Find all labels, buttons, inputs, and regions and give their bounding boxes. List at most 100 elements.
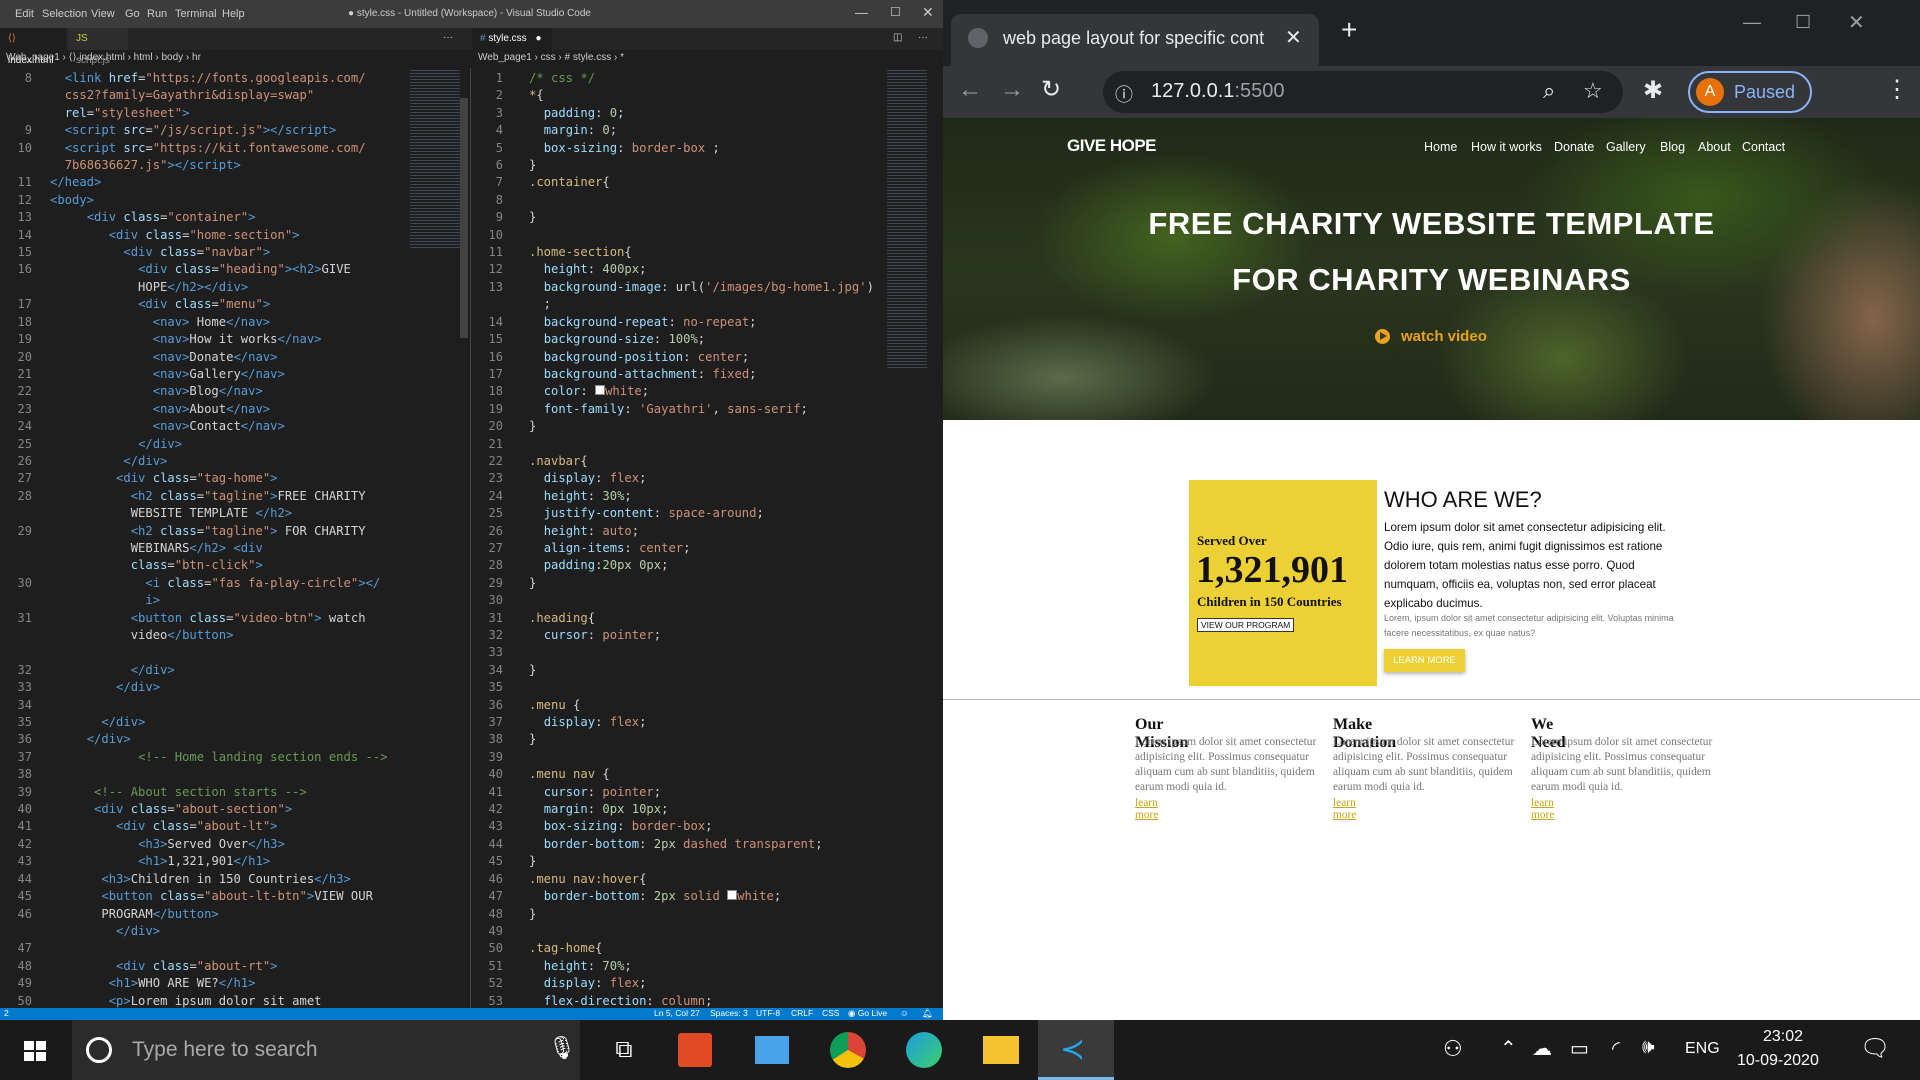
pc-app-icon[interactable]	[755, 1036, 789, 1064]
windows-start-icon[interactable]	[15, 1030, 55, 1070]
volume-icon[interactable]: 🕪︎	[1642, 1036, 1655, 1059]
js-icon: JS	[76, 33, 88, 44]
search-placeholder: Type here to search	[132, 1038, 318, 1061]
new-tab-icon[interactable]: +	[1341, 14, 1357, 46]
people-icon[interactable]: ⚇	[1443, 1036, 1463, 1062]
card-text: Lorem ipsum dolor sit amet consectetur a…	[1135, 736, 1317, 793]
bookmark-star-icon[interactable]: ☆	[1583, 78, 1603, 104]
editor-css[interactable]: 1 2 3 4 5 6 7 8 9 10 11 12 13 14 15 16 17 18 19 20 21 22 23 24 2…	[471, 68, 943, 1008]
more-actions-icon[interactable]: ···	[443, 32, 453, 43]
edge-icon[interactable]	[906, 1032, 942, 1068]
address-bar[interactable]: ⓘ 127.0.0.1:5500 ⌕ ☆	[1103, 71, 1623, 113]
tab-close-icon[interactable]: ✕	[1285, 25, 1302, 50]
vscode-taskbar-button[interactable]: ≺	[1038, 1020, 1114, 1080]
menu-help[interactable]: Help	[222, 8, 245, 20]
avatar: A	[1696, 78, 1724, 106]
brand-heading[interactable]: GIVE HOPE	[1067, 136, 1157, 156]
chrome-close-icon[interactable]: ✕	[1848, 10, 1865, 35]
tab-script-js[interactable]: JS script.js	[68, 28, 128, 66]
line-numbers-html: 8 9 10 11 12 13 14 15 16 17 18 19 20 21 22 23 24 25 26 27 28…	[17, 71, 32, 1025]
card-learn-more-link[interactable]: learn more	[1135, 797, 1158, 821]
menu-terminal[interactable]: Terminal	[175, 8, 217, 20]
back-icon[interactable]: ←	[958, 76, 982, 104]
nav-how-it-works[interactable]: How it works	[1471, 140, 1542, 154]
minimap-html[interactable]	[410, 70, 460, 250]
taskbar-search-box[interactable]: Type here to search 🎙︎	[72, 1020, 580, 1080]
scrollbar-html[interactable]	[460, 98, 468, 338]
chrome-tabstrip: web page layout for specific cont ✕ + — …	[943, 0, 1920, 66]
reload-icon[interactable]: ↻	[1041, 75, 1061, 104]
chevron-up-icon[interactable]: ⌃	[1500, 1036, 1517, 1061]
card-learn-more-link[interactable]: learn more	[1531, 797, 1554, 821]
learn-more-button[interactable]: LEARN MORE	[1384, 649, 1465, 672]
nav-blog[interactable]: Blog	[1660, 140, 1685, 154]
task-view-icon[interactable]: ⧉	[604, 1030, 644, 1070]
clock-date[interactable]: 10-09-2020	[1737, 1052, 1819, 1070]
watch-video-label: watch video	[1401, 328, 1487, 345]
wifi-icon[interactable]: ◜	[1612, 1036, 1620, 1061]
info-icon[interactable]: ⓘ	[1115, 81, 1133, 107]
forward-icon[interactable]: →	[1000, 76, 1024, 104]
split-editor-icon[interactable]: ◫	[893, 32, 902, 43]
line-numbers-css: 1 2 3 4 5 6 7 8 9 10 11 12 13 14 15 16 17 18 19 20 21 22 23 24 2…	[488, 71, 503, 1008]
store-icon[interactable]	[678, 1033, 712, 1067]
served-over-label: Served Over	[1197, 533, 1267, 548]
minimize-icon[interactable]: —	[855, 5, 868, 20]
menu-run[interactable]: Run	[147, 8, 167, 20]
nav-about[interactable]: About	[1698, 140, 1731, 154]
zoom-icon[interactable]: ⌕	[1543, 78, 1555, 104]
menu-view[interactable]: View	[91, 8, 115, 20]
menu-edit[interactable]: Edit	[15, 8, 34, 20]
status-position[interactable]: Ln 5, Col 27	[654, 1008, 700, 1018]
menu-go[interactable]: Go	[125, 8, 140, 20]
chrome-menu-icon[interactable]: ⋮	[1885, 75, 1909, 104]
menu-selection[interactable]: Selection	[42, 8, 87, 20]
browser-tab[interactable]: web page layout for specific cont ✕	[951, 14, 1319, 66]
status-left[interactable]: 2	[4, 1008, 9, 1018]
view-program-button[interactable]: VIEW OUR PROGRAM	[1197, 618, 1295, 632]
chrome-maximize-icon[interactable]: ☐	[1795, 12, 1811, 33]
chrome-toolbar: ← → ↻ ⓘ 127.0.0.1:5500 ⌕ ☆ ✱ A Paused ⋮	[943, 66, 1920, 118]
css-icon: #	[480, 33, 486, 44]
status-eol[interactable]: CRLF	[791, 1008, 813, 1018]
unsaved-dot-icon[interactable]: ●	[535, 33, 541, 44]
breadcrumb-right[interactable]: Web_page1 › css › # style.css › *	[478, 50, 624, 66]
status-encoding[interactable]: UTF-8	[756, 1008, 780, 1018]
notifications-icon[interactable]: 🗨︎	[1860, 1034, 1890, 1063]
served-subtitle: Children in 150 Countries	[1197, 594, 1342, 609]
microphone-icon[interactable]: 🎙︎	[548, 1035, 576, 1061]
editor-html[interactable]: 8 9 10 11 12 13 14 15 16 17 18 19 20 21 22 23 24 25 26 27 28…	[0, 68, 470, 1025]
nav-donate[interactable]: Donate	[1554, 140, 1594, 154]
feedback-icon[interactable]: ☺	[900, 1008, 909, 1018]
onedrive-icon[interactable]: ☁	[1532, 1036, 1552, 1061]
nav-gallery[interactable]: Gallery	[1606, 140, 1646, 154]
profile-button[interactable]: A Paused	[1688, 71, 1812, 113]
more-actions-right-icon[interactable]: ···	[918, 32, 928, 43]
chrome-taskbar-icon[interactable]	[830, 1032, 866, 1068]
home-section: GIVE HOPE Home How it works Donate Galle…	[943, 118, 1920, 420]
card-learn-more-link[interactable]: learn more	[1333, 797, 1356, 821]
about-left-box: Served Over 1,321,901 Children in 150 Co…	[1189, 480, 1377, 686]
tab-style-css[interactable]: # style.css ●	[472, 28, 552, 50]
maximize-icon[interactable]: ☐	[890, 5, 901, 19]
breadcrumb-left[interactable]: Web_page1 › ⟨⟩ index.html › html › body …	[6, 50, 201, 66]
status-spaces[interactable]: Spaces: 3	[710, 1008, 748, 1018]
tab-title: web page layout for specific cont	[1003, 28, 1265, 48]
language-indicator[interactable]: ENG	[1685, 1040, 1720, 1058]
close-icon[interactable]: ✕	[922, 4, 934, 21]
status-language[interactable]: CSS	[822, 1008, 839, 1018]
chrome-window: web page layout for specific cont ✕ + — …	[943, 0, 1920, 1020]
cortana-icon	[86, 1037, 112, 1063]
extensions-icon[interactable]: ✱	[1643, 76, 1663, 105]
nav-contact[interactable]: Contact	[1742, 140, 1785, 154]
vscode-tabbar: ⟨⟩ index.html JS script.js ··· # style.c…	[0, 28, 943, 66]
chrome-minimize-icon[interactable]: —	[1743, 12, 1761, 33]
tab-index-html[interactable]: ⟨⟩ index.html	[0, 28, 66, 66]
file-explorer-icon[interactable]	[983, 1036, 1019, 1064]
minimap-css[interactable]	[887, 70, 927, 370]
clock-time[interactable]: 23:02	[1763, 1028, 1803, 1046]
go-live-button[interactable]: ◉ Go Live	[848, 1008, 887, 1019]
battery-icon[interactable]: ▭	[1570, 1036, 1589, 1061]
nav-home[interactable]: Home	[1424, 140, 1457, 154]
bell-icon[interactable]: 🔔︎	[922, 1008, 933, 1019]
